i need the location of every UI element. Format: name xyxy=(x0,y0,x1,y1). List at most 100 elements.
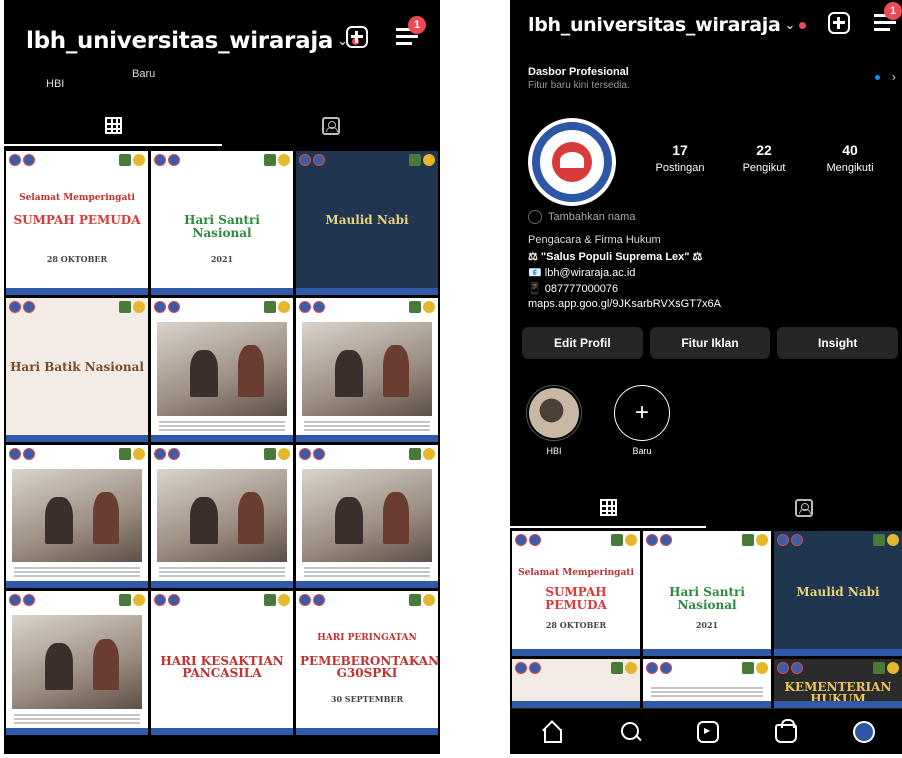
notification-dot xyxy=(799,22,807,29)
post-subtitle: 2 Oktober 2021 xyxy=(42,400,112,411)
create-post-icon[interactable] xyxy=(346,26,368,48)
post-thumbnail[interactable] xyxy=(151,297,293,442)
professional-dashboard-subtitle: Fitur baru kini tersedia. xyxy=(528,80,630,91)
post-caption-lines xyxy=(14,714,140,724)
post-thumbnail[interactable] xyxy=(512,659,640,708)
partner-logos xyxy=(264,447,290,460)
university-logos xyxy=(299,594,325,607)
post-photo xyxy=(12,468,142,563)
post-photo xyxy=(157,468,287,563)
post-thumbnail[interactable]: Selamat Memperingati SUMPAH PEMUDA 28 OKTO… xyxy=(512,531,640,656)
highlight-hbi[interactable]: HBI xyxy=(526,385,582,456)
post-thumbnail[interactable] xyxy=(643,659,771,708)
post-caption-lines xyxy=(159,567,285,578)
post-photo xyxy=(12,615,142,709)
post-thumbnail[interactable]: Hari Santri Nasional 2021 xyxy=(151,151,293,295)
post-footer-bar xyxy=(6,728,148,735)
university-logos xyxy=(154,594,180,607)
left-phone-screenshot: lbh_universitas_wiraraja ⌄ 1 HBI Baru Sel… xyxy=(4,0,440,754)
username-switcher[interactable]: lbh_universitas_wiraraja ⌄ xyxy=(26,28,359,54)
chevron-right-icon[interactable]: › xyxy=(892,69,896,84)
highlight-hbi-cover xyxy=(526,385,582,441)
bio-phone[interactable]: 📱 087777000076 xyxy=(528,282,618,295)
tagged-icon xyxy=(795,499,813,517)
edit-profile-button[interactable]: Edit Profil xyxy=(522,327,643,359)
post-subtitle: 2021 xyxy=(210,253,234,264)
add-name-label: Tambahkan nama xyxy=(548,211,636,223)
profile-avatar[interactable] xyxy=(528,118,616,206)
post-photo xyxy=(302,468,432,563)
stat-posts[interactable]: 17 Postingan xyxy=(640,142,720,174)
post-thumbnail[interactable] xyxy=(296,297,438,442)
post-thumbnail[interactable] xyxy=(6,444,148,589)
shop-icon[interactable] xyxy=(775,719,797,743)
tagged-icon xyxy=(322,117,340,135)
post-thumbnail[interactable]: HARI KESAKTIAN PANCASILA xyxy=(151,591,293,735)
post-subtitle: 30 SEPTEMBER xyxy=(330,693,404,704)
partner-logos xyxy=(264,154,290,166)
university-logos xyxy=(9,447,35,460)
post-footer-bar xyxy=(774,649,902,656)
professional-dashboard-title[interactable]: Dasbor Profesional xyxy=(528,66,629,78)
post-subtitle: 28 OKTOBER xyxy=(46,253,108,264)
reels-icon[interactable] xyxy=(697,721,719,743)
post-footer-bar xyxy=(643,649,771,656)
insights-button[interactable]: Insight xyxy=(777,327,899,359)
university-logos xyxy=(515,662,541,674)
post-thumbnail[interactable]: KEMENTERIAN HUKUM xyxy=(774,659,902,708)
highlight-label-baru: Baru xyxy=(132,68,156,80)
post-thumbnail[interactable] xyxy=(296,444,438,589)
post-thumbnail[interactable]: Maulid Nabi xyxy=(774,531,902,656)
post-headline: Hari Batik Nasional xyxy=(10,360,144,374)
post-thumbnail[interactable] xyxy=(151,444,293,589)
posts-grid: Selamat Memperingati SUMPAH PEMUDA 28 OKTO… xyxy=(512,531,902,708)
post-thumbnail[interactable]: Selamat Memperingati SUMPAH PEMUDA 28 OKTO… xyxy=(6,151,148,295)
bio-motto: ⚖ "Salus Populi Suprema Lex" ⚖ xyxy=(528,251,703,263)
post-thumbnail[interactable]: HARI PERINGATAN PEMEBERONTAKAN G30SPKI 30 … xyxy=(296,591,438,735)
username-label: lbh_universitas_wiraraja xyxy=(528,14,781,36)
profile-tab-avatar-icon[interactable] xyxy=(853,721,875,743)
profile-action-buttons: Edit Profil Fitur Iklan Insight xyxy=(522,327,899,359)
notification-badge: 1 xyxy=(408,16,426,34)
search-icon[interactable] xyxy=(620,721,642,743)
post-headline: Maulid Nabi xyxy=(796,585,880,599)
tab-posts-grid[interactable] xyxy=(4,106,222,146)
partner-logos xyxy=(611,534,637,546)
profile-tabs xyxy=(4,106,440,146)
partner-logos xyxy=(409,447,435,460)
username-switcher[interactable]: lbh_universitas_wiraraja ⌄ xyxy=(528,14,807,36)
post-caption-lines xyxy=(304,420,430,431)
post-title: HARI PERINGATAN xyxy=(317,633,417,644)
stat-followers[interactable]: 22 Pengikut xyxy=(724,142,804,174)
partner-logos xyxy=(409,154,435,166)
create-post-icon[interactable] xyxy=(828,12,850,34)
post-thumbnail[interactable]: Hari Batik Nasional 2 Oktober 2021 xyxy=(6,297,148,442)
post-caption-lines xyxy=(651,687,763,697)
add-name-prompt[interactable]: Tambahkan nama xyxy=(528,210,635,224)
university-logos xyxy=(515,534,541,546)
ad-tools-button[interactable]: Fitur Iklan xyxy=(649,327,771,359)
stat-following[interactable]: 40 Mengikuti xyxy=(810,142,890,174)
tab-tagged[interactable] xyxy=(222,106,440,146)
post-footer-bar xyxy=(643,701,771,708)
post-footer-bar xyxy=(774,701,902,708)
bio-email[interactable]: 📧 lbh@wiraraja.ac.id xyxy=(528,266,635,279)
bio-link[interactable]: maps.app.goo.gl/9JKsarbRVXsGT7x6A xyxy=(528,298,721,310)
post-thumbnail[interactable]: Maulid Nabi xyxy=(296,151,438,295)
tab-posts-grid[interactable] xyxy=(510,488,706,528)
notification-badge: 1 xyxy=(884,2,902,20)
partner-logos xyxy=(264,300,290,313)
post-caption-lines xyxy=(304,567,430,578)
post-headline: SUMPAH PEMUDA xyxy=(545,585,607,612)
post-thumbnail[interactable]: Hari Santri Nasional 2021 xyxy=(643,531,771,656)
university-logos xyxy=(646,662,672,674)
home-icon[interactable] xyxy=(542,721,564,743)
university-logos xyxy=(299,447,325,460)
highlight-new[interactable]: + Baru xyxy=(614,385,670,456)
tab-tagged[interactable] xyxy=(706,488,902,528)
post-footer-bar xyxy=(296,581,438,589)
partner-logos xyxy=(264,594,290,607)
grid-icon xyxy=(104,116,122,134)
post-thumbnail[interactable] xyxy=(6,591,148,735)
stat-followers-label: Pengikut xyxy=(742,162,786,174)
